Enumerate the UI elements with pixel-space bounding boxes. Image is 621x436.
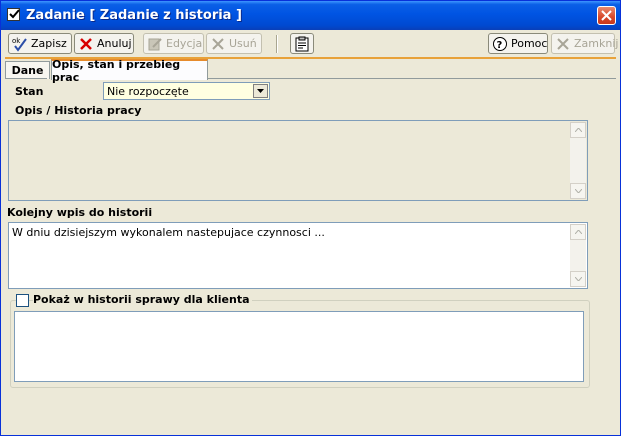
- toolbar: ok Zapisz Anuluj Edycja Usuń ? Pomoc Zam…: [5, 32, 619, 57]
- show-to-client-checkbox[interactable]: [16, 294, 29, 307]
- tab-label: Opis, stan i przebieg prac: [52, 57, 181, 84]
- next-entry-value: W dniu dzisiejszym wykonalem nastepujace…: [12, 226, 325, 239]
- help-icon: ?: [492, 36, 508, 52]
- edit-icon: [147, 36, 163, 52]
- chevron-up-icon: [575, 128, 582, 132]
- save-label: Zapisz: [31, 37, 67, 50]
- next-entry-textarea[interactable]: W dniu dzisiejszym wykonalem nastepujace…: [8, 222, 588, 289]
- tab-underline: [5, 78, 47, 79]
- svg-text:ok: ok: [12, 37, 21, 45]
- chevron-down-icon: [575, 277, 582, 281]
- stan-value: Nie rozpoczęte: [107, 85, 189, 98]
- save-button[interactable]: ok Zapisz: [8, 33, 72, 54]
- edit-label: Edycja: [166, 37, 203, 50]
- scroll-up-button[interactable]: [570, 122, 586, 138]
- window-close-button[interactable]: [597, 6, 616, 25]
- notes-button[interactable]: [290, 33, 314, 54]
- ok-icon: ok: [12, 36, 28, 52]
- chevron-down-icon: [575, 189, 582, 193]
- gray-x-icon: [210, 36, 226, 52]
- toolbar-separator: [276, 35, 278, 53]
- close-icon: [601, 10, 612, 21]
- next-entry-label: Kolejny wpis do historii: [7, 206, 153, 219]
- tab-dane[interactable]: Dane: [5, 61, 50, 79]
- cancel-button[interactable]: Anuluj: [74, 33, 134, 54]
- title-bar[interactable]: Zadanie [ Zadanie z historia ]: [1, 1, 620, 30]
- scroll-down-button[interactable]: [570, 183, 586, 199]
- svg-text:?: ?: [497, 40, 503, 51]
- window-title: Zadanie [ Zadanie z historia ]: [26, 8, 242, 23]
- chevron-up-icon: [575, 230, 582, 234]
- delete-button[interactable]: Usuń: [206, 33, 262, 54]
- history-textarea[interactable]: [8, 120, 588, 201]
- next-entry-scrollbar[interactable]: [570, 224, 586, 287]
- checkbox-icon: [7, 8, 20, 21]
- history-label: Opis / Historia pracy: [15, 104, 142, 117]
- delete-label: Usuń: [229, 37, 257, 50]
- stan-label: Stan: [15, 85, 44, 98]
- clipboard-icon: [294, 36, 310, 52]
- help-button[interactable]: ? Pomoc: [488, 33, 548, 54]
- close-button[interactable]: Zamknij: [551, 33, 619, 54]
- close-label: Zamknij: [574, 37, 619, 50]
- tab-opis[interactable]: Opis, stan i przebieg prac: [51, 58, 208, 84]
- edit-button[interactable]: Edycja: [143, 33, 204, 54]
- chevron-down-icon: [257, 89, 264, 93]
- scroll-down-button[interactable]: [570, 271, 586, 287]
- history-scrollbar[interactable]: [570, 122, 586, 199]
- help-label: Pomoc: [511, 37, 548, 50]
- cancel-label: Anuluj: [97, 37, 132, 50]
- tab-label: Dane: [11, 64, 44, 77]
- red-x-icon: [78, 36, 94, 52]
- stan-dropdown[interactable]: Nie rozpoczęte: [103, 82, 270, 100]
- tab-underline: [208, 78, 616, 79]
- show-to-client-label: Pokaż w historii sprawy dla klienta: [33, 293, 252, 306]
- scroll-up-button[interactable]: [570, 224, 586, 240]
- client-textarea[interactable]: [14, 311, 584, 382]
- task-window: Zadanie [ Zadanie z historia ] ok Zapisz…: [0, 0, 621, 436]
- gray-x-icon: [555, 36, 571, 52]
- dropdown-button[interactable]: [253, 84, 268, 98]
- tab-strip: Dane Opis, stan i przebieg prac: [5, 58, 616, 84]
